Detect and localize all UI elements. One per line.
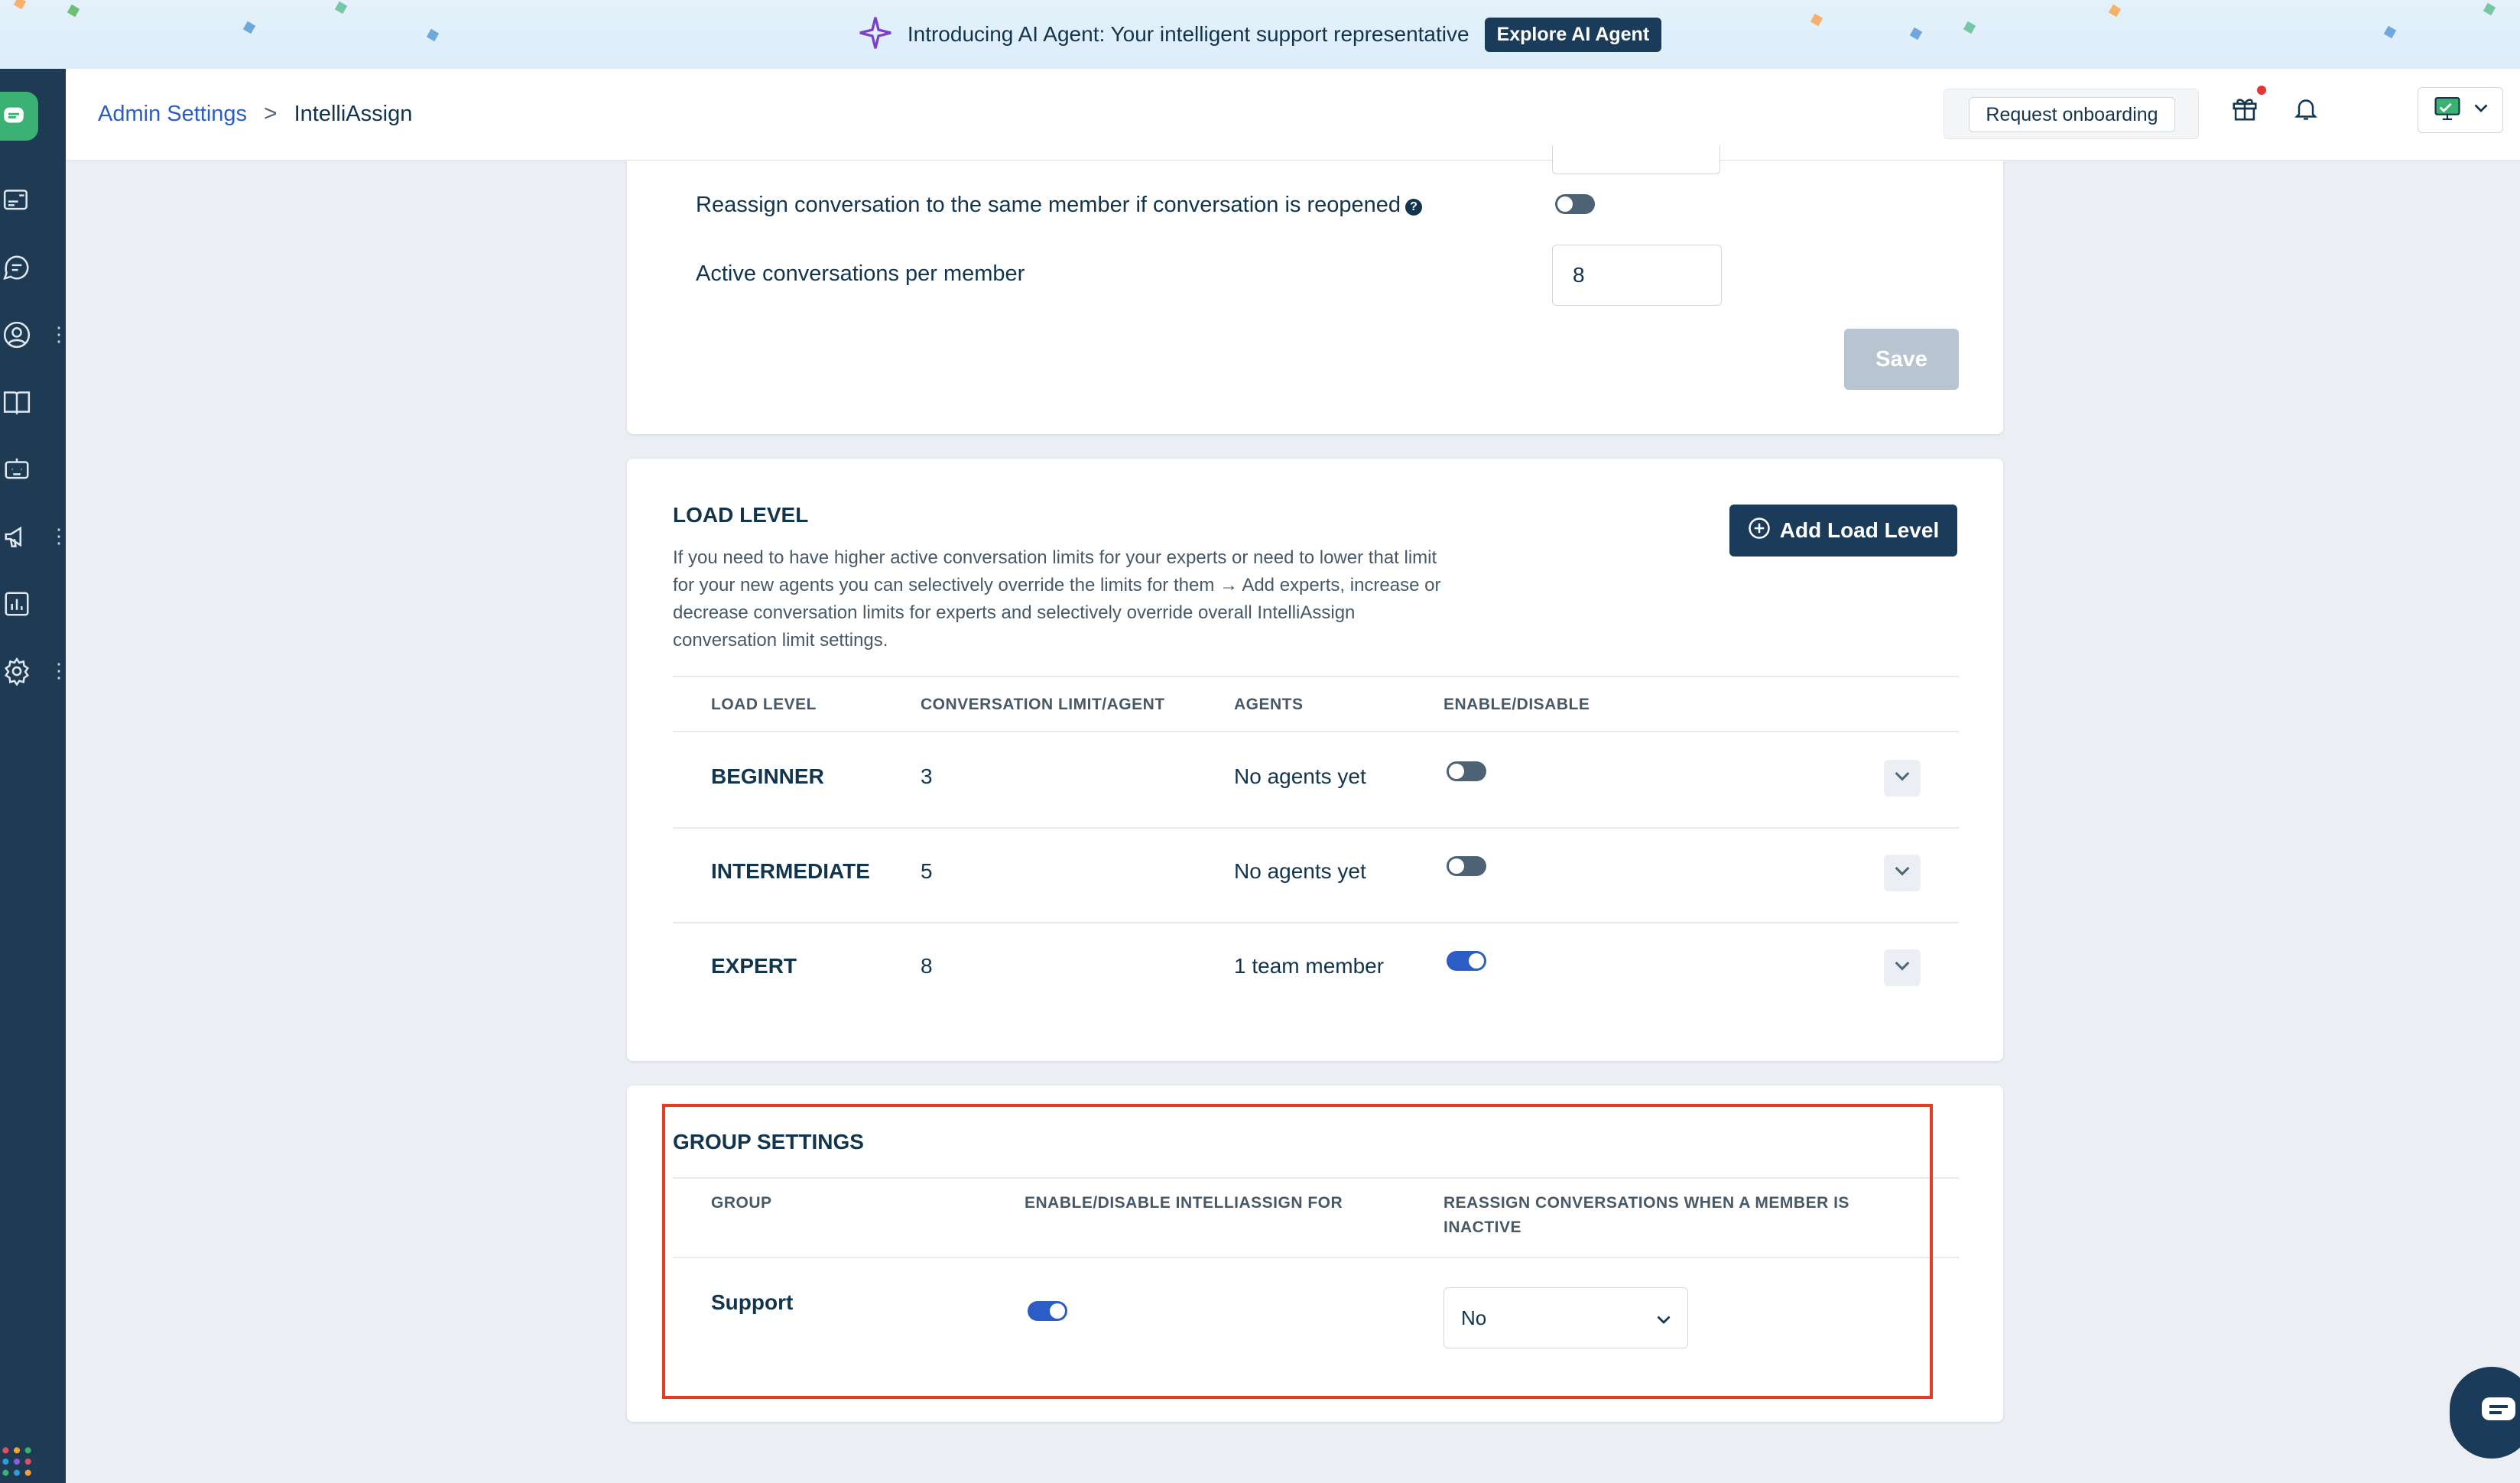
column-header-enable-disable: ENABLE/DISABLE (1443, 696, 1590, 713)
bot-icon[interactable] (0, 453, 34, 486)
column-header-load-level: LOAD LEVEL (711, 696, 817, 713)
banner-text: Introducing AI Agent: Your intelligent s… (907, 22, 1469, 46)
load-level-card: LOAD LEVEL If you need to have higher ac… (627, 459, 2003, 1061)
confetti-decoration (426, 28, 440, 42)
tickets-icon[interactable] (0, 183, 34, 217)
agent-status-dropdown[interactable] (2418, 87, 2503, 133)
load-level-name: BEGINNER (711, 764, 824, 788)
analytics-icon[interactable] (0, 587, 34, 621)
chevron-down-icon (1895, 961, 1910, 975)
gift-icon[interactable] (2226, 90, 2263, 127)
divider (673, 922, 1959, 923)
add-load-level-label: Add Load Level (1779, 518, 1940, 542)
active-conversations-input[interactable]: 8 (1552, 245, 1722, 306)
help-icon[interactable]: ? (1405, 199, 1423, 216)
expand-row-button[interactable] (1884, 760, 1921, 797)
confetti-decoration (1810, 13, 1823, 27)
more-options-icon[interactable]: ⋮ (49, 524, 69, 547)
column-header-conversation-limit: CONVERSATION LIMIT/AGENT (921, 696, 1165, 713)
confetti-decoration (242, 21, 256, 34)
chevron-down-icon (1895, 866, 1910, 881)
more-options-icon[interactable]: ⋮ (49, 323, 69, 346)
announcement-banner: Introducing AI Agent: Your intelligent s… (0, 0, 2520, 69)
add-load-level-button[interactable]: Add Load Level (1729, 505, 1957, 557)
confetti-decoration (334, 1, 348, 15)
beginner-toggle[interactable] (1447, 761, 1486, 781)
reassign-reopened-toggle[interactable] (1555, 194, 1595, 214)
conversation-limit: 8 (921, 954, 933, 978)
load-level-name: EXPERT (711, 954, 797, 978)
settings-icon[interactable] (0, 654, 34, 688)
breadcrumb: Admin Settings > IntelliAssign (98, 101, 412, 127)
agents-count: No agents yet (1234, 859, 1366, 883)
save-button[interactable]: Save (1844, 329, 1959, 390)
conversation-limit: 3 (921, 764, 933, 788)
divider (673, 676, 1959, 677)
breadcrumb-admin-settings[interactable]: Admin Settings (98, 102, 247, 127)
breadcrumb-current: IntelliAssign (294, 101, 413, 126)
chat-widget-button[interactable] (2450, 1367, 2520, 1459)
confetti-decoration (2108, 4, 2122, 18)
divider (673, 731, 1959, 732)
chat-icon (2480, 1396, 2517, 1430)
highlight-box (662, 1104, 1933, 1399)
breadcrumb-separator: > (264, 101, 278, 126)
bell-icon[interactable] (2288, 90, 2324, 127)
conversation-limit: 5 (921, 859, 933, 883)
expand-row-button[interactable] (1884, 949, 1921, 986)
more-options-icon[interactable]: ⋮ (49, 659, 69, 682)
request-onboarding-button[interactable]: Request onboarding (1969, 97, 2175, 132)
onboarding-container: Request onboarding (1944, 89, 2199, 139)
description-line: for your new agents you can selectively … (673, 575, 1441, 595)
sidebar: ⋮ ⋮ ⋮ (0, 69, 69, 1483)
app-logo[interactable] (0, 92, 38, 141)
chevron-down-icon (2474, 103, 2488, 117)
description-line: If you need to have higher active conver… (673, 547, 1437, 568)
confetti-decoration (1963, 21, 1976, 34)
confetti-decoration (2483, 2, 2496, 16)
divider (673, 827, 1959, 829)
description-line: conversation limit settings. (673, 630, 888, 651)
intermediate-toggle[interactable] (1447, 856, 1486, 876)
reassign-label: Reassign conversation to the same member… (696, 193, 1423, 218)
load-level-name: INTERMEDIATE (711, 859, 870, 883)
confetti-decoration (67, 4, 80, 18)
intelliassign-settings-card: Reassign conversation to the same member… (627, 145, 2003, 434)
contacts-icon[interactable] (0, 318, 34, 352)
expert-toggle[interactable] (1447, 951, 1486, 971)
conversations-icon[interactable] (0, 251, 34, 284)
confetti-decoration (2383, 25, 2397, 39)
column-header-agents: AGENTS (1234, 696, 1304, 713)
reassign-label-text: Reassign conversation to the same member… (696, 193, 1401, 217)
notification-dot (2257, 86, 2266, 95)
plus-circle-icon (1748, 517, 1771, 545)
sparkle-icon (859, 16, 892, 54)
load-level-title: LOAD LEVEL (673, 503, 809, 527)
knowledge-base-icon[interactable] (0, 385, 34, 419)
top-header: Admin Settings > IntelliAssign Request o… (66, 69, 2520, 161)
partial-input-field[interactable] (1552, 145, 1720, 174)
chevron-down-icon (1895, 771, 1910, 786)
active-conversations-label: Active conversations per member (696, 261, 1025, 286)
confetti-decoration (1909, 27, 1923, 41)
apps-grid-icon[interactable] (0, 1445, 34, 1478)
explore-ai-agent-button[interactable]: Explore AI Agent (1484, 17, 1662, 52)
campaigns-icon[interactable] (0, 520, 34, 553)
load-level-description: If you need to have higher active conver… (673, 544, 1440, 654)
description-line: decrease conversation limits for experts… (673, 602, 1356, 623)
agents-count: No agents yet (1234, 764, 1366, 788)
agents-count: 1 team member (1234, 954, 1385, 978)
confetti-decoration (13, 0, 27, 10)
expand-row-button[interactable] (1884, 855, 1921, 891)
monitor-icon (2433, 96, 2462, 125)
